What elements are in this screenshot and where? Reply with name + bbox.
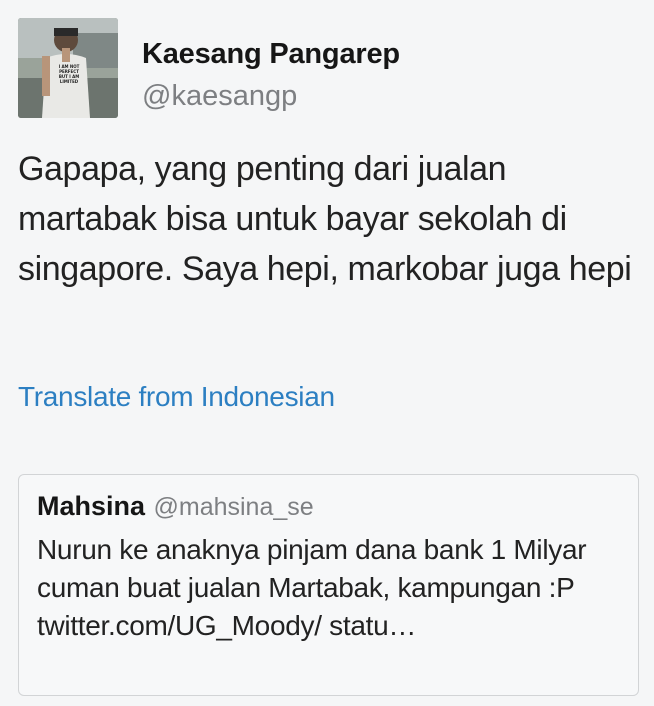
translate-link[interactable]: Translate from Indonesian	[18, 381, 335, 413]
quoted-handle: @mahsina_se	[153, 493, 314, 521]
tweet-card: I AM NOT PERFECT BUT I AM LIMITED Kaesan…	[0, 0, 654, 706]
author-display-name[interactable]: Kaesang Pangarep	[142, 38, 400, 71]
quoted-author: Mahsina @mahsina_se	[37, 491, 314, 522]
avatar[interactable]: I AM NOT PERFECT BUT I AM LIMITED	[18, 18, 118, 118]
author-handle[interactable]: @kaesangp	[142, 80, 297, 113]
tweet-header: I AM NOT PERFECT BUT I AM LIMITED Kaesan…	[18, 18, 618, 122]
quoted-display-name: Mahsina	[37, 491, 146, 521]
quoted-text: Nurun ke anaknya pinjam dana bank 1 Mily…	[37, 534, 587, 641]
avatar-shirt-text: I AM NOT PERFECT BUT I AM LIMITED	[54, 64, 84, 84]
avatar-shirt-line: LIMITED	[59, 79, 79, 84]
tweet-text: Gapapa, yang penting dari jualan martaba…	[18, 150, 632, 288]
quoted-tweet[interactable]: Mahsina @mahsina_se Nurun ke anaknya pin…	[18, 474, 639, 696]
